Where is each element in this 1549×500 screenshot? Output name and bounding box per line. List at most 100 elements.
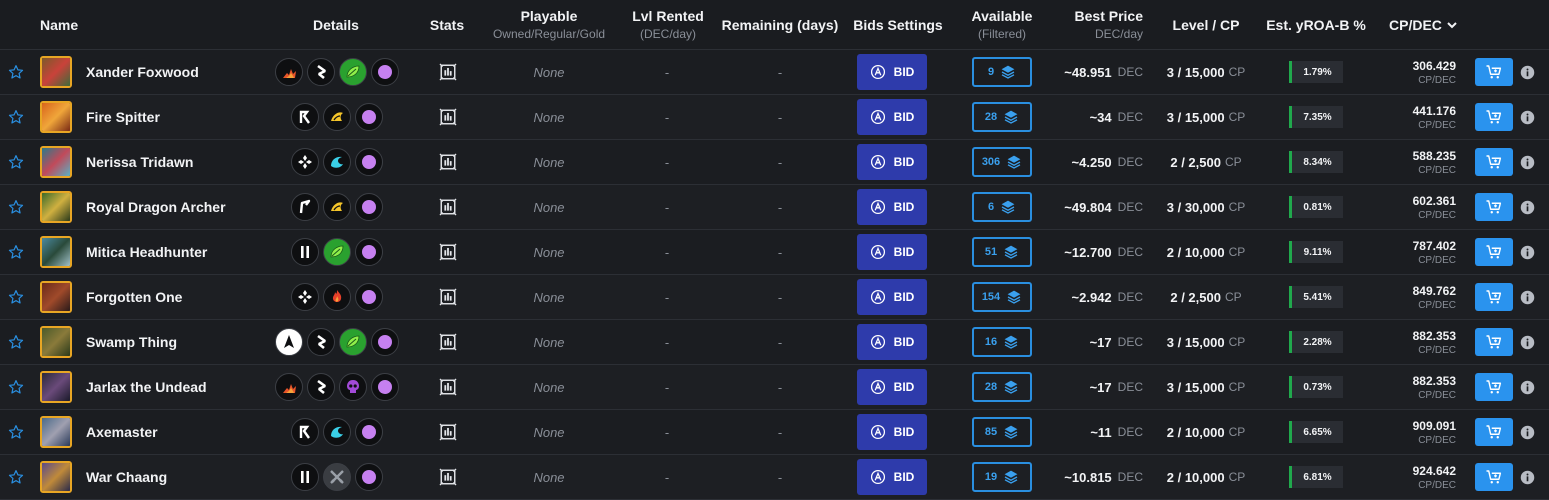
available-button[interactable]: 19	[972, 462, 1032, 492]
bid-button[interactable]: BID	[857, 189, 927, 225]
leaf-icon	[339, 328, 367, 356]
card-name[interactable]: Mitica Headhunter	[86, 230, 207, 274]
card-name[interactable]: Royal Dragon Archer	[86, 185, 226, 229]
stats-icon[interactable]	[438, 455, 458, 499]
card-name[interactable]: Xander Foxwood	[86, 50, 199, 94]
bid-button[interactable]: BID	[857, 324, 927, 360]
cp-dec: 909.091 CP/DEC	[1380, 410, 1456, 454]
available-button[interactable]: 9	[972, 57, 1032, 87]
card-name[interactable]: Swamp Thing	[86, 320, 177, 364]
buy-cart-button[interactable]	[1475, 373, 1513, 401]
bid-button[interactable]: BID	[857, 234, 927, 270]
available-button[interactable]: 154	[972, 282, 1032, 312]
available-button[interactable]: 6	[972, 192, 1032, 222]
card-name[interactable]: Axemaster	[86, 410, 158, 454]
bid-logo-icon	[870, 199, 885, 215]
favorite-star-icon[interactable]	[8, 365, 24, 409]
buy-cart-button[interactable]	[1475, 328, 1513, 356]
stats-icon[interactable]	[438, 230, 458, 274]
bid-button[interactable]: BID	[857, 144, 927, 180]
card-thumbnail[interactable]	[40, 371, 72, 403]
info-icon[interactable]	[1519, 455, 1535, 499]
buy-cart-button[interactable]	[1475, 58, 1513, 86]
info-icon[interactable]	[1519, 275, 1535, 319]
favorite-star-icon[interactable]	[8, 275, 24, 319]
bid-button[interactable]: BID	[857, 54, 927, 90]
card-thumbnail[interactable]	[40, 281, 72, 313]
stats-icon[interactable]	[438, 95, 458, 139]
favorite-star-icon[interactable]	[8, 95, 24, 139]
info-icon[interactable]	[1519, 50, 1535, 94]
stats-icon[interactable]	[438, 140, 458, 184]
stats-icon[interactable]	[438, 185, 458, 229]
favorite-star-icon[interactable]	[8, 410, 24, 454]
info-icon[interactable]	[1519, 230, 1535, 274]
stats-icon[interactable]	[438, 275, 458, 319]
layers-icon	[1004, 425, 1018, 439]
card-name[interactable]: Nerissa Tridawn	[86, 140, 193, 184]
card-thumbnail[interactable]	[40, 56, 72, 88]
cp-dec-value: 882.353	[1412, 373, 1456, 388]
favorite-star-icon[interactable]	[8, 320, 24, 364]
card-thumbnail[interactable]	[40, 416, 72, 448]
card-thumbnail[interactable]	[40, 101, 72, 133]
card-name[interactable]: Jarlax the Undead	[86, 365, 207, 409]
best-price: ~12.700 DEC	[1040, 230, 1143, 274]
info-icon[interactable]	[1519, 185, 1535, 229]
col-stats: Stats	[430, 0, 464, 49]
buy-cart-button[interactable]	[1475, 148, 1513, 176]
card-name[interactable]: Forgotten One	[86, 275, 182, 319]
bid-button[interactable]: BID	[857, 279, 927, 315]
card-thumbnail[interactable]	[40, 326, 72, 358]
available-button[interactable]: 306	[972, 147, 1032, 177]
lvl-rented-value: -	[664, 109, 670, 125]
available-button[interactable]: 28	[972, 102, 1032, 132]
info-icon[interactable]	[1519, 140, 1535, 184]
info-icon[interactable]	[1519, 365, 1535, 409]
available-button[interactable]: 28	[972, 372, 1032, 402]
yroa-badge: 0.73%	[1289, 376, 1343, 398]
favorite-star-icon[interactable]	[8, 230, 24, 274]
bid-logo-icon	[870, 289, 885, 305]
buy-cart-button[interactable]	[1475, 283, 1513, 311]
bid-button[interactable]: BID	[857, 99, 927, 135]
buy-cart-button[interactable]	[1475, 103, 1513, 131]
favorite-star-icon[interactable]	[8, 455, 24, 499]
bid-button[interactable]: BID	[857, 459, 927, 495]
favorite-star-icon[interactable]	[8, 50, 24, 94]
ability-icons	[232, 275, 442, 319]
level-cp-unit: CP	[1224, 290, 1242, 304]
cart-icon	[1486, 65, 1502, 79]
stats-icon[interactable]	[438, 320, 458, 364]
stats-icon[interactable]	[438, 50, 458, 94]
bid-button[interactable]: BID	[857, 414, 927, 450]
card-name[interactable]: Fire Spitter	[86, 95, 160, 139]
buy-cart-button[interactable]	[1475, 463, 1513, 491]
playable-value: None	[533, 244, 565, 260]
info-icon[interactable]	[1519, 320, 1535, 364]
card-thumbnail[interactable]	[40, 461, 72, 493]
card-name[interactable]: War Chaang	[86, 455, 167, 499]
available-button[interactable]: 16	[972, 327, 1032, 357]
col-cp-dec-sort[interactable]: CP/DEC	[1389, 0, 1457, 49]
bid-button[interactable]: BID	[857, 369, 927, 405]
info-icon[interactable]	[1519, 410, 1535, 454]
col-best-price: Best Price DEC/day	[1075, 0, 1143, 49]
available-button[interactable]: 85	[972, 417, 1032, 447]
card-thumbnail[interactable]	[40, 146, 72, 178]
favorite-star-icon[interactable]	[8, 140, 24, 184]
retaliate-icon	[291, 103, 319, 131]
col-name[interactable]: Name	[40, 0, 78, 49]
card-thumbnail[interactable]	[40, 236, 72, 268]
cp-dec-unit: CP/DEC	[1418, 299, 1456, 311]
buy-cart-button[interactable]	[1475, 193, 1513, 221]
available-button[interactable]: 51	[972, 237, 1032, 267]
card-thumbnail[interactable]	[40, 191, 72, 223]
stats-icon[interactable]	[438, 365, 458, 409]
buy-cart-button[interactable]	[1475, 238, 1513, 266]
favorite-star-icon[interactable]	[8, 185, 24, 229]
buy-cart-button[interactable]	[1475, 418, 1513, 446]
level-cp-unit: CP	[1228, 110, 1246, 124]
stats-icon[interactable]	[438, 410, 458, 454]
info-icon[interactable]	[1519, 95, 1535, 139]
